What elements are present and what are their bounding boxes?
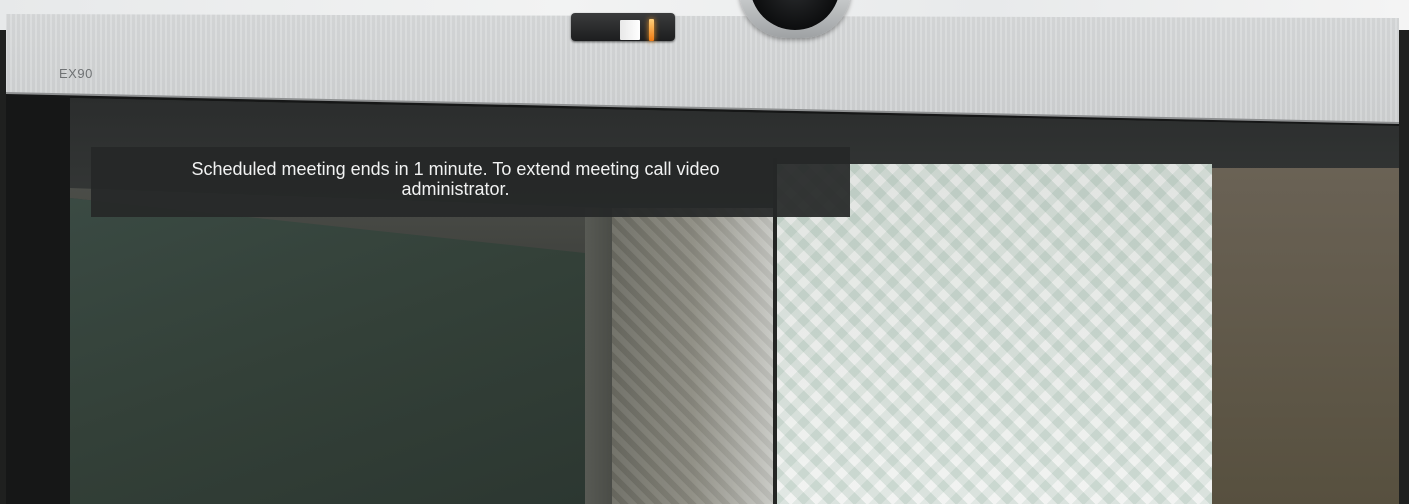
camera-status-led <box>649 19 654 41</box>
video-column <box>612 208 774 504</box>
camera-shutter-bar <box>620 20 640 40</box>
meeting-end-notification: Scheduled meeting ends in 1 minute. To e… <box>91 147 850 217</box>
model-label: EX90 <box>59 66 93 81</box>
video-door-edge <box>585 208 612 504</box>
notification-message: Scheduled meeting ends in 1 minute. To e… <box>191 159 720 199</box>
video-right-wall <box>1212 168 1399 504</box>
video-endpoint-photo: EX90 Scheduled meeting ends in 1 minute.… <box>0 0 1409 504</box>
